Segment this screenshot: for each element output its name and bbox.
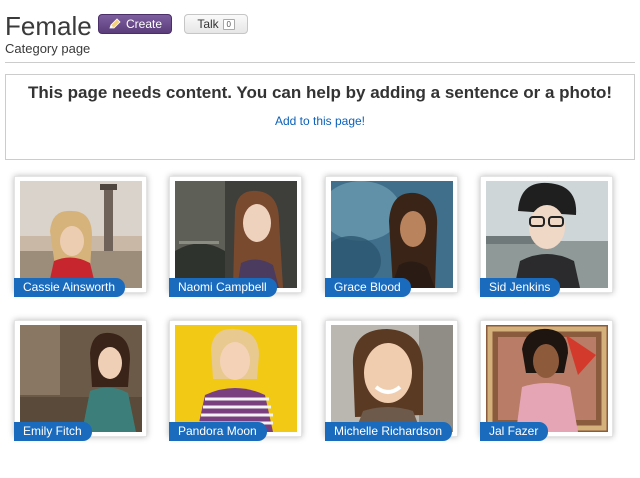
gallery-item-pandora[interactable]: Pandora Moon (169, 320, 302, 441)
character-name: Michelle Richardson (325, 422, 453, 441)
character-photo (175, 181, 297, 288)
character-name: Cassie Ainsworth (14, 278, 126, 297)
character-photo (175, 325, 297, 432)
character-name: Emily Fitch (14, 422, 92, 441)
character-name: Naomi Campbell (169, 278, 277, 297)
gallery-item-cassie[interactable]: Cassie Ainsworth (14, 176, 147, 297)
character-photo (486, 325, 608, 432)
character-name: Jal Fazer (480, 422, 549, 441)
character-name: Sid Jenkins (480, 278, 561, 297)
character-photo (331, 325, 453, 432)
character-photo (20, 325, 142, 432)
character-name: Grace Blood (325, 278, 411, 297)
gallery-item-grace[interactable]: Grace Blood (325, 176, 458, 297)
character-photo (331, 181, 453, 288)
gallery-item-jal[interactable]: Jal Fazer (480, 320, 613, 441)
character-name: Pandora Moon (169, 422, 267, 441)
gallery-item-emily[interactable]: Emily Fitch (14, 320, 147, 441)
gallery-item-michelle[interactable]: Michelle Richardson (325, 320, 458, 441)
character-photo (486, 181, 608, 288)
gallery-item-naomi[interactable]: Naomi Campbell (169, 176, 302, 297)
gallery-item-sid[interactable]: Sid Jenkins (480, 176, 613, 297)
character-photo (20, 181, 142, 288)
category-gallery: Cassie Ainsworth Naomi Campbell Grace Bl… (0, 0, 640, 478)
